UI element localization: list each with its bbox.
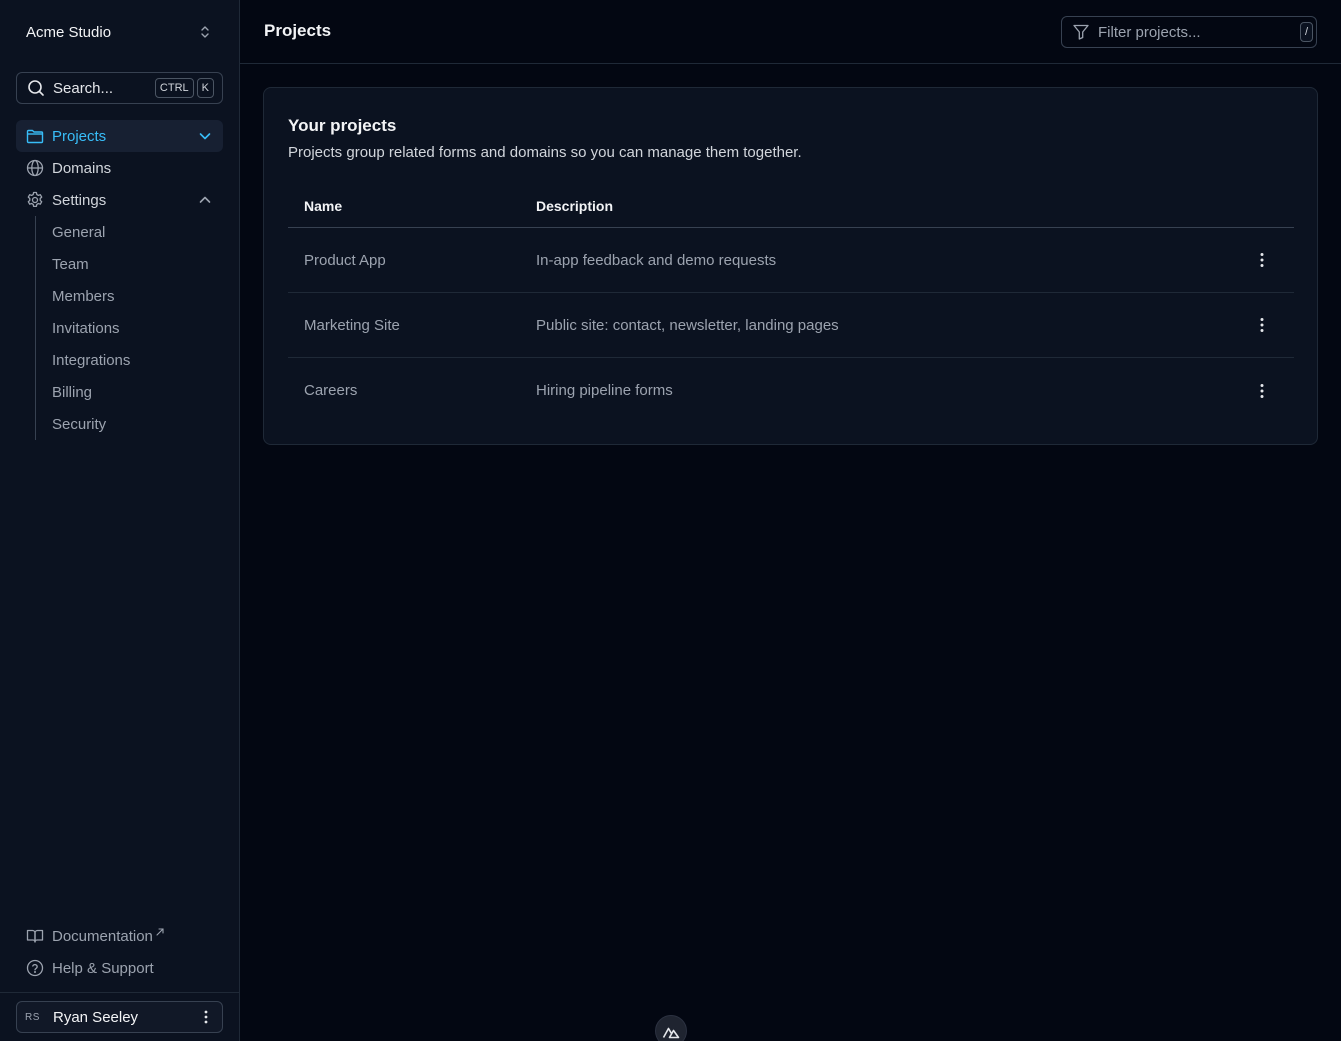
sidebar-footer-links: Documentation Help & Support (16, 920, 223, 984)
sidebar-item-label: Settings (52, 191, 107, 209)
sidebar-item-invitations[interactable]: Invitations (36, 312, 223, 344)
folder-icon (26, 129, 44, 144)
vertical-dots-icon (1260, 253, 1264, 267)
search-label: Search... (53, 79, 114, 97)
projects-card: Your projects Projects group related for… (263, 87, 1318, 445)
external-link-icon (156, 928, 164, 936)
settings-submenu: General Team Members Invitations Integra… (35, 216, 223, 440)
table-row[interactable]: Product App In-app feedback and demo req… (288, 228, 1294, 293)
project-description: In-app feedback and demo requests (536, 251, 777, 269)
vertical-dots-icon (1260, 318, 1264, 332)
user-divider (0, 992, 239, 993)
sidebar-item-members[interactable]: Members (36, 280, 223, 312)
sidebar-nav: Projects Domains Settings General Team M… (16, 120, 223, 440)
page-title: Projects (264, 21, 332, 40)
card-description: Projects group related forms and domains… (288, 144, 802, 161)
filter-field: / (1061, 16, 1317, 48)
globe-icon (26, 159, 44, 177)
shortcut-key-k: K (196, 78, 214, 98)
table-row[interactable]: Marketing Site Public site: contact, new… (288, 293, 1294, 358)
column-header-name: Name (304, 197, 343, 214)
documentation-link[interactable]: Documentation (16, 920, 223, 952)
user-menu-button[interactable]: RS Ryan Seeley (16, 1001, 223, 1033)
sidebar-item-label: Projects (52, 127, 107, 145)
page-header: Projects / (240, 0, 1341, 64)
help-support-link[interactable]: Help & Support (16, 952, 223, 984)
filter-shortcut-key: / (1300, 22, 1314, 42)
project-name: Product App (304, 251, 386, 269)
team-name: Acme Studio (26, 23, 112, 41)
help-support-label: Help & Support (52, 959, 154, 977)
chevron-up-icon[interactable] (197, 192, 213, 208)
avatar: RS (25, 1011, 40, 1023)
user-name: Ryan Seeley (53, 1008, 139, 1026)
sidebar-item-security[interactable]: Security (36, 408, 223, 440)
sidebar: Acme Studio Search... CTRL K Projects Do… (0, 0, 240, 1041)
sidebar-item-integrations[interactable]: Integrations (36, 344, 223, 376)
card-title: Your projects (288, 116, 397, 135)
sidebar-item-projects[interactable]: Projects (16, 120, 223, 152)
filter-icon (1073, 24, 1089, 40)
project-description: Hiring pipeline forms (536, 382, 673, 399)
table-row[interactable]: Careers Hiring pipeline forms (288, 358, 1294, 423)
column-header-description: Description (536, 197, 614, 214)
sidebar-item-settings[interactable]: Settings (16, 184, 223, 216)
projects-table: Name Description Product App In-app feed… (288, 184, 1294, 423)
sidebar-item-label: Domains (52, 159, 112, 177)
sidebar-item-billing[interactable]: Billing (36, 376, 223, 408)
project-name: Marketing Site (304, 316, 400, 334)
project-description: Public site: contact, newsletter, landin… (536, 316, 839, 334)
row-actions-button[interactable] (1246, 309, 1278, 341)
sidebar-item-team[interactable]: Team (36, 248, 223, 280)
table-header: Name Description (288, 184, 1294, 228)
gear-icon (27, 191, 43, 208)
project-name: Careers (304, 382, 358, 399)
documentation-label: Documentation (52, 927, 153, 945)
shortcut-key-ctrl: CTRL (154, 78, 194, 98)
question-circle-icon (26, 959, 44, 977)
chevron-up-down-icon (201, 26, 209, 38)
search-icon (28, 80, 44, 96)
book-icon (26, 929, 44, 943)
chevron-down-icon[interactable] (197, 128, 213, 144)
row-actions-button[interactable] (1246, 375, 1278, 407)
devtools-toggle-button[interactable] (655, 1015, 687, 1041)
sidebar-item-general[interactable]: General (36, 216, 223, 248)
vertical-dots-icon (204, 1010, 208, 1024)
search-button[interactable]: Search... CTRL K (16, 72, 223, 104)
filter-input[interactable] (1098, 23, 1297, 41)
nuxt-logo-icon (662, 1027, 680, 1039)
sidebar-item-domains[interactable]: Domains (16, 152, 223, 184)
team-switcher[interactable]: Acme Studio (16, 16, 223, 48)
vertical-dots-icon (1260, 383, 1264, 398)
row-actions-button[interactable] (1246, 244, 1278, 276)
